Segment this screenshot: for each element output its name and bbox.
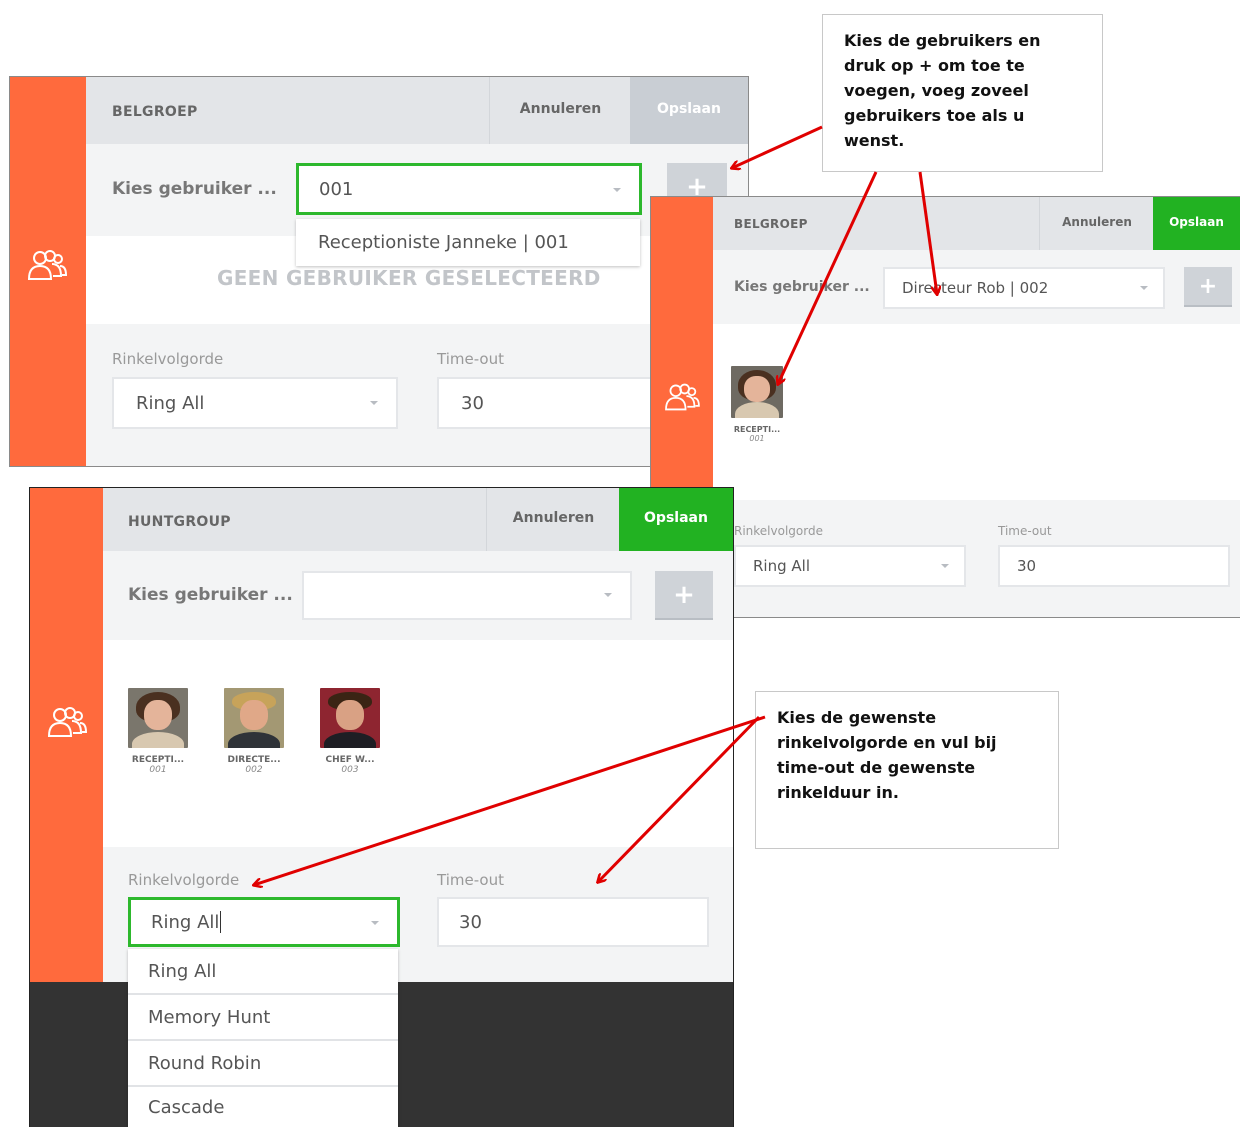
choose-user-row: Kies gebruiker ... Directeur Rob | 002 +: [713, 250, 1240, 324]
choose-user-label: Kies gebruiker ...: [128, 585, 293, 605]
timeout-input[interactable]: 30: [437, 377, 677, 429]
cancel-button[interactable]: Annuleren: [489, 77, 631, 144]
ring-order-value: Ring All: [136, 392, 205, 414]
choose-user-label: Kies gebruiker ...: [112, 179, 277, 199]
callout-top-text: Kies de gebruikers en druk op + om toe t…: [844, 31, 1041, 150]
timeout-label: Time-out: [437, 871, 504, 889]
chevron-down-icon: [370, 401, 378, 405]
chevron-down-icon: [371, 921, 379, 925]
user-select[interactable]: Directeur Rob | 002: [883, 267, 1165, 309]
callout-bottom-text: Kies de gewenste rinkelvolgorde en vul b…: [777, 708, 997, 802]
save-button[interactable]: Opslaan: [1153, 197, 1240, 250]
member-name: RECEPTI...: [131, 755, 185, 765]
panel-content: HUNTGROUP Annuleren Opslaan Kies gebruik…: [103, 488, 733, 982]
callout-bottom: Kies de gewenste rinkelvolgorde en vul b…: [755, 691, 1059, 849]
timeout-value: 30: [1017, 557, 1037, 575]
users-group-icon: [663, 381, 701, 417]
timeout-input[interactable]: 30: [437, 897, 709, 947]
users-group-icon: [26, 247, 68, 287]
avatar: [224, 688, 284, 748]
user-suggestion-dropdown: Receptioniste Janneke | 001: [296, 219, 640, 266]
user-select[interactable]: 001: [296, 163, 642, 215]
panel-belgroep-1: BELGROEP Annuleren Opslaan Kies gebruike…: [9, 76, 749, 467]
timeout-value: 30: [461, 392, 484, 414]
panel-title: BELGROEP: [734, 217, 808, 231]
user-select[interactable]: [302, 571, 632, 620]
add-user-button[interactable]: +: [655, 571, 713, 620]
ring-order-value: Ring All: [753, 557, 810, 575]
member-name: RECEPTI...: [733, 425, 781, 434]
callout-top: Kies de gebruikers en druk op + om toe t…: [822, 14, 1103, 172]
ring-order-label: Rinkelvolgorde: [112, 350, 224, 368]
add-user-button[interactable]: +: [1184, 267, 1232, 307]
settings-row: Rinkelvolgorde Ring All Time-out 30: [86, 324, 748, 466]
user-select-value: 001: [319, 178, 354, 200]
avatar: [128, 688, 188, 748]
panel-header: BELGROEP Annuleren Opslaan: [86, 77, 748, 144]
member-number: 003: [341, 765, 359, 775]
member-number: 001: [749, 434, 765, 443]
panel-belgroep-2: BELGROEP Annuleren Opslaan Kies gebruike…: [650, 196, 1240, 618]
member-number: 002: [245, 765, 263, 775]
user-suggestion-item[interactable]: Receptioniste Janneke | 001: [296, 219, 640, 266]
member-card[interactable]: RECEPTI... 001: [727, 366, 787, 443]
text-cursor: [220, 911, 222, 933]
save-button[interactable]: Opslaan: [619, 488, 733, 551]
members-area: RECEPTI... 001: [713, 324, 1240, 500]
cancel-button[interactable]: Annuleren: [1039, 197, 1154, 250]
member-card[interactable]: RECEPTI... 001: [127, 688, 189, 775]
settings-row: Rinkelvolgorde Ring All Time-out 30: [713, 500, 1240, 617]
choose-user-row: Kies gebruiker ... +: [103, 551, 733, 640]
ring-order-label: Rinkelvolgorde: [128, 871, 240, 889]
member-name: CHEF W...: [325, 755, 375, 765]
ring-option[interactable]: Ring All: [128, 949, 398, 995]
member-name: DIRECTE...: [227, 755, 281, 765]
accent-rail: [10, 77, 86, 466]
avatar: [320, 688, 380, 748]
ring-option[interactable]: Cascade: [128, 1087, 398, 1127]
chevron-down-icon: [604, 593, 612, 597]
timeout-value: 30: [459, 911, 482, 933]
chevron-down-icon: [613, 188, 621, 192]
plus-icon: +: [673, 579, 695, 610]
ring-order-value: Ring All: [151, 911, 220, 933]
ring-order-select[interactable]: Ring All: [128, 897, 400, 947]
timeout-label: Time-out: [998, 524, 1052, 538]
ring-option[interactable]: Round Robin: [128, 1041, 398, 1087]
panel-title: BELGROEP: [112, 104, 198, 120]
panel-header: BELGROEP Annuleren Opslaan: [713, 197, 1240, 250]
chevron-down-icon: [1140, 286, 1148, 290]
ring-order-label: Rinkelvolgorde: [734, 524, 823, 538]
timeout-input[interactable]: 30: [998, 545, 1230, 587]
panel-huntgroup: HUNTGROUP Annuleren Opslaan Kies gebruik…: [29, 487, 734, 1127]
members-area: RECEPTI... 001 DIRECTE... 002 CHEF W... …: [103, 640, 733, 847]
user-select-value: Directeur Rob | 002: [902, 279, 1049, 297]
timeout-label: Time-out: [437, 350, 504, 368]
panel-header: HUNTGROUP Annuleren Opslaan: [103, 488, 733, 551]
cancel-button[interactable]: Annuleren: [486, 488, 620, 551]
panel-title: HUNTGROUP: [128, 514, 231, 530]
ring-order-select[interactable]: Ring All: [112, 377, 398, 429]
empty-state-text: GEEN GEBRUIKER GESELECTEERD: [217, 266, 601, 290]
choose-user-label: Kies gebruiker ...: [734, 279, 870, 295]
member-card[interactable]: DIRECTE... 002: [223, 688, 285, 775]
member-card[interactable]: CHEF W... 003: [319, 688, 381, 775]
member-number: 001: [149, 765, 167, 775]
save-button[interactable]: Opslaan: [630, 77, 748, 144]
users-group-icon: [46, 704, 88, 744]
panel-content: BELGROEP Annuleren Opslaan Kies gebruike…: [86, 77, 748, 466]
accent-rail: [30, 488, 103, 982]
panel-content: BELGROEP Annuleren Opslaan Kies gebruike…: [713, 197, 1240, 617]
chevron-down-icon: [941, 564, 949, 568]
ring-option[interactable]: Memory Hunt: [128, 995, 398, 1041]
plus-icon: +: [1198, 273, 1218, 299]
avatar: [731, 366, 783, 418]
ring-order-dropdown: Ring All Memory Hunt Round Robin Cascade: [128, 949, 398, 1127]
ring-order-select[interactable]: Ring All: [734, 545, 966, 587]
